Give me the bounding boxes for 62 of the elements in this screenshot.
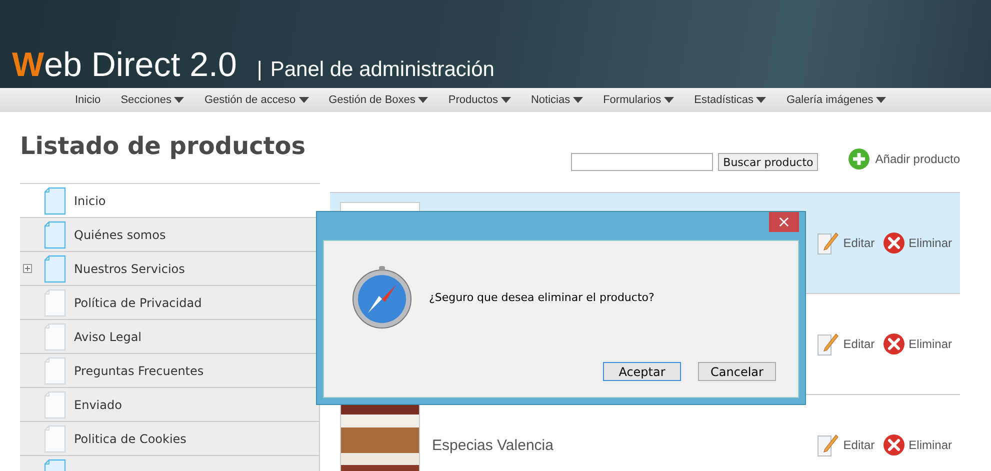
caret-icon	[418, 97, 428, 103]
page-icon	[44, 186, 66, 214]
panel-title: Panel de administración	[270, 59, 494, 82]
delete-button[interactable]: Eliminar	[882, 434, 952, 456]
delete-icon	[882, 232, 905, 254]
plus-icon	[848, 148, 870, 170]
page-icon	[44, 254, 66, 282]
menu-item[interactable]: Gestión de Boxes	[318, 94, 438, 106]
edit-button[interactable]: Editar	[817, 433, 875, 457]
page-icon	[44, 390, 66, 418]
caret-icon	[664, 97, 674, 103]
page-icon	[44, 288, 66, 316]
page-icon	[44, 424, 66, 452]
sidebar-item-label: Politica de Cookies	[74, 432, 186, 446]
dialog-button[interactable]: Aceptar	[603, 362, 681, 381]
pencil-page-icon	[817, 231, 840, 255]
delete-icon	[882, 434, 905, 456]
title-divider: |	[256, 59, 262, 82]
sidebar-item-label: Inicio	[74, 194, 106, 208]
expand-icon	[23, 264, 32, 272]
edit-button[interactable]: Editar	[817, 332, 875, 356]
menu-item[interactable]: Secciones	[110, 94, 194, 106]
menu-item[interactable]: Formularios	[593, 94, 684, 106]
dialog-message: ¿Seguro que desea eliminar el producto?	[429, 291, 654, 304]
product-name: Especias Valencia	[432, 436, 554, 454]
sidebar-item-label: Enviado	[74, 398, 122, 412]
caret-icon	[298, 97, 309, 103]
search-field[interactable]	[571, 153, 714, 171]
page-title: Listado de productos	[20, 132, 307, 160]
caret-icon	[500, 97, 511, 103]
edit-button[interactable]: Editar	[817, 231, 875, 255]
menu-item[interactable]: Galería imágenes	[776, 94, 896, 106]
search-button[interactable]: Buscar producto	[718, 153, 818, 171]
caret-icon	[174, 97, 184, 103]
sidebar-item-label: Política de Privacidad	[74, 296, 202, 310]
sidebar-item[interactable]: Politica de Cookies	[20, 422, 320, 456]
dialog-button[interactable]: Cancelar	[698, 362, 776, 381]
menu-item[interactable]: Productos	[438, 94, 521, 106]
caret-icon	[756, 97, 766, 103]
sidebar-item-label: Nuestros Servicios	[74, 262, 185, 276]
close-button[interactable]: ×	[769, 212, 799, 232]
logo: Web Direct 2.0	[12, 48, 237, 82]
menu-item[interactable]: Noticias	[520, 94, 594, 106]
menu-item[interactable]: Inicio	[65, 94, 111, 106]
page-icon	[44, 356, 66, 384]
sidebar-item-label: Preguntas Frecuentes	[74, 364, 204, 378]
sidebar-item-label: Aviso Legal	[74, 330, 142, 344]
page-icon	[44, 322, 66, 350]
menu-item[interactable]: Gestión de acceso	[194, 94, 319, 106]
compass-icon	[351, 264, 413, 330]
sidebar-item[interactable]: Enviado	[20, 388, 320, 422]
delete-button[interactable]: Eliminar	[882, 232, 952, 254]
page-icon	[44, 220, 66, 248]
menu-item[interactable]: Estadísticas	[684, 94, 776, 106]
delete-icon	[882, 333, 905, 355]
caret-icon	[876, 97, 886, 103]
pencil-page-icon	[817, 433, 840, 457]
sidebar-item-label: Quiénes somos	[74, 228, 166, 242]
caret-icon	[573, 97, 584, 103]
add-product-link[interactable]: Añadir producto	[848, 148, 960, 170]
delete-button[interactable]: Eliminar	[882, 333, 952, 355]
pencil-page-icon	[817, 332, 840, 356]
